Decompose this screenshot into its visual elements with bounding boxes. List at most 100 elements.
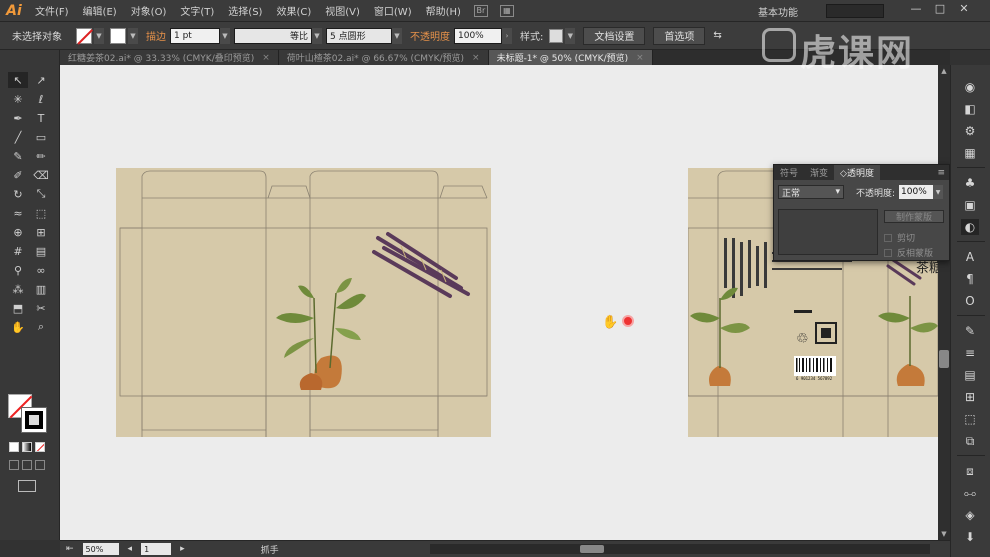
graphic-style-swatch[interactable] — [549, 28, 564, 43]
menu-view[interactable]: 视图(V) — [318, 3, 367, 18]
fill-stroke-control[interactable] — [8, 394, 50, 434]
make-mask-button[interactable]: 制作蒙版 — [884, 210, 944, 223]
clip-checkbox[interactable] — [884, 233, 892, 242]
layers-panel-icon[interactable]: ◈ — [961, 507, 979, 523]
gradient-panel-icon[interactable]: ▤ — [961, 367, 979, 383]
menu-type[interactable]: 文字(T) — [173, 3, 221, 18]
none-icon[interactable] — [35, 442, 45, 452]
clip-option[interactable]: 剪切 — [884, 231, 915, 244]
menu-window[interactable]: 窗口(W) — [367, 3, 419, 18]
gradient-icon[interactable] — [22, 442, 32, 452]
fill-dropdown-icon[interactable]: ▼ — [94, 27, 104, 44]
draw-behind-icon[interactable] — [22, 460, 32, 470]
stroke-weight-field[interactable]: 1 pt — [170, 27, 220, 44]
rotate-tool-icon[interactable]: ↻ — [8, 186, 28, 202]
paintbrush-tool-icon[interactable]: ✎ — [8, 148, 28, 164]
preferences-button[interactable]: 首选项 — [653, 26, 706, 45]
artboard-tool-icon[interactable]: ⬒ — [8, 300, 28, 316]
status-icon[interactable]: ⇤ — [66, 544, 74, 554]
shape-builder-tool-icon[interactable]: ⊕ — [8, 224, 28, 240]
workspace-switcher[interactable]: 基本功能 — [758, 4, 798, 19]
pathfinder-panel-icon[interactable]: ⧉ — [961, 433, 979, 449]
close-button[interactable]: ✕ — [954, 2, 974, 18]
align-panel-icon[interactable]: ⊞ — [961, 389, 979, 405]
panel-opacity-dropdown-icon[interactable]: ▼ — [933, 185, 944, 199]
warp-tool-icon[interactable]: ≈ — [8, 205, 28, 221]
asset-export-icon[interactable]: ⬇ — [961, 529, 979, 545]
scroll-down-icon[interactable]: ▼ — [938, 528, 950, 540]
fill-swatch[interactable] — [76, 27, 92, 44]
minimize-button[interactable]: — — [906, 2, 926, 18]
arrange-documents-icon[interactable]: ▦ — [499, 4, 514, 17]
color-guide-icon[interactable]: ◧ — [961, 101, 979, 117]
object-thumbnail[interactable] — [778, 209, 878, 255]
style-dropdown-icon[interactable]: ▼ — [565, 27, 576, 44]
blob-brush-tool-icon[interactable]: ✐ — [8, 167, 28, 183]
panel-menu-icon[interactable]: ≡ — [933, 168, 949, 178]
menu-help[interactable]: 帮助(H) — [419, 3, 468, 18]
tab-document-3[interactable]: 未标题-1* @ 50% (CMYK/预览) × — [488, 50, 653, 65]
tab-close-icon[interactable]: × — [636, 53, 644, 63]
canvas[interactable]: ♲ 6 901234 567892 茶糖 ✋ — [60, 65, 938, 540]
packaging-artboard-left[interactable] — [116, 168, 491, 437]
opacity-field[interactable]: 100% — [454, 27, 502, 44]
opacity-label[interactable]: 不透明度 — [410, 28, 450, 43]
artboards-panel-icon[interactable]: ⧈ — [961, 463, 979, 479]
scale-tool-icon[interactable]: ⤡ — [31, 186, 51, 202]
stroke-profile-dropdown-icon[interactable]: ▼ — [312, 27, 322, 44]
slice-tool-icon[interactable]: ✂ — [31, 300, 51, 316]
zoom-tool-icon[interactable]: ⌕ — [31, 319, 51, 335]
help-search-input[interactable] — [826, 4, 884, 18]
tab-close-icon[interactable]: × — [472, 53, 480, 63]
direct-selection-tool-icon[interactable]: ↗ — [31, 72, 51, 88]
blend-tool-icon[interactable]: ∞ — [31, 262, 51, 278]
nav-first-icon[interactable]: ◂ — [128, 544, 133, 554]
vertical-scrollbar[interactable]: ▲ ▼ — [938, 65, 950, 540]
line-tool-icon[interactable]: ╱ — [8, 129, 28, 145]
magic-wand-tool-icon[interactable]: ✳ — [8, 91, 28, 107]
horizontal-scrollbar[interactable] — [430, 544, 930, 554]
horizontal-scroll-thumb[interactable] — [580, 545, 604, 553]
pencil-tool-icon[interactable]: ✏ — [31, 148, 51, 164]
menu-effect[interactable]: 效果(C) — [269, 3, 318, 18]
draw-inside-icon[interactable] — [35, 460, 45, 470]
links-panel-icon[interactable]: ⧟ — [961, 485, 979, 501]
pen-tool-icon[interactable]: ✒ — [8, 110, 28, 126]
stroke-dropdown-icon[interactable]: ▼ — [128, 27, 138, 44]
rectangle-tool-icon[interactable]: ▭ — [31, 129, 51, 145]
nav-next-icon[interactable]: ▸ — [180, 544, 185, 554]
lasso-tool-icon[interactable]: ℓ — [31, 91, 51, 107]
menu-select[interactable]: 选择(S) — [221, 3, 269, 18]
bridge-icon[interactable]: Br — [473, 4, 488, 17]
tab-symbols[interactable]: 符号 — [774, 165, 804, 180]
menu-file[interactable]: 文件(F) — [28, 3, 76, 18]
graphic-styles-icon[interactable]: ▣ — [961, 197, 979, 213]
tab-gradient[interactable]: 渐变 — [804, 165, 834, 180]
hand-tool-icon[interactable]: ✋ — [8, 319, 28, 335]
appearance-panel-icon[interactable]: ⚙ — [961, 123, 979, 139]
arrange-icon[interactable]: ⇆ — [713, 30, 721, 41]
screen-mode-icon[interactable] — [18, 480, 36, 492]
eyedropper-tool-icon[interactable]: ⚲ — [8, 262, 28, 278]
color-icon[interactable] — [9, 442, 19, 452]
transparency-panel-icon[interactable]: ◐ — [961, 219, 979, 235]
maximize-button[interactable]: □ — [930, 2, 950, 18]
transform-panel-icon[interactable]: ⬚ — [961, 411, 979, 427]
character-panel-icon[interactable]: A — [961, 249, 979, 265]
stroke-swatch[interactable] — [110, 27, 126, 44]
swatches-panel-icon[interactable]: ▦ — [961, 145, 979, 161]
stroke-panel-icon[interactable]: ≡ — [961, 345, 979, 361]
draw-normal-icon[interactable] — [9, 460, 19, 470]
symbols-panel-icon[interactable]: ♣ — [961, 175, 979, 191]
opentype-panel-icon[interactable]: O — [961, 293, 979, 309]
document-setup-button[interactable]: 文档设置 — [583, 26, 646, 45]
blend-mode-select[interactable]: 正常 ▾ — [778, 185, 844, 199]
tab-document-2[interactable]: 荷叶山楂茶02.ai* @ 66.67% (CMYK/预览) × — [278, 50, 489, 65]
paragraph-panel-icon[interactable]: ¶ — [961, 271, 979, 287]
artboard-navigator-field[interactable]: 1 — [141, 543, 172, 555]
stroke-weight-dropdown-icon[interactable]: ▼ — [220, 27, 230, 44]
brushes-panel-icon[interactable]: ✎ — [961, 323, 979, 339]
column-graph-tool-icon[interactable]: ▥ — [31, 281, 51, 297]
tab-transparency[interactable]: ◇透明度 — [834, 165, 880, 180]
invert-mask-checkbox[interactable] — [884, 248, 892, 257]
